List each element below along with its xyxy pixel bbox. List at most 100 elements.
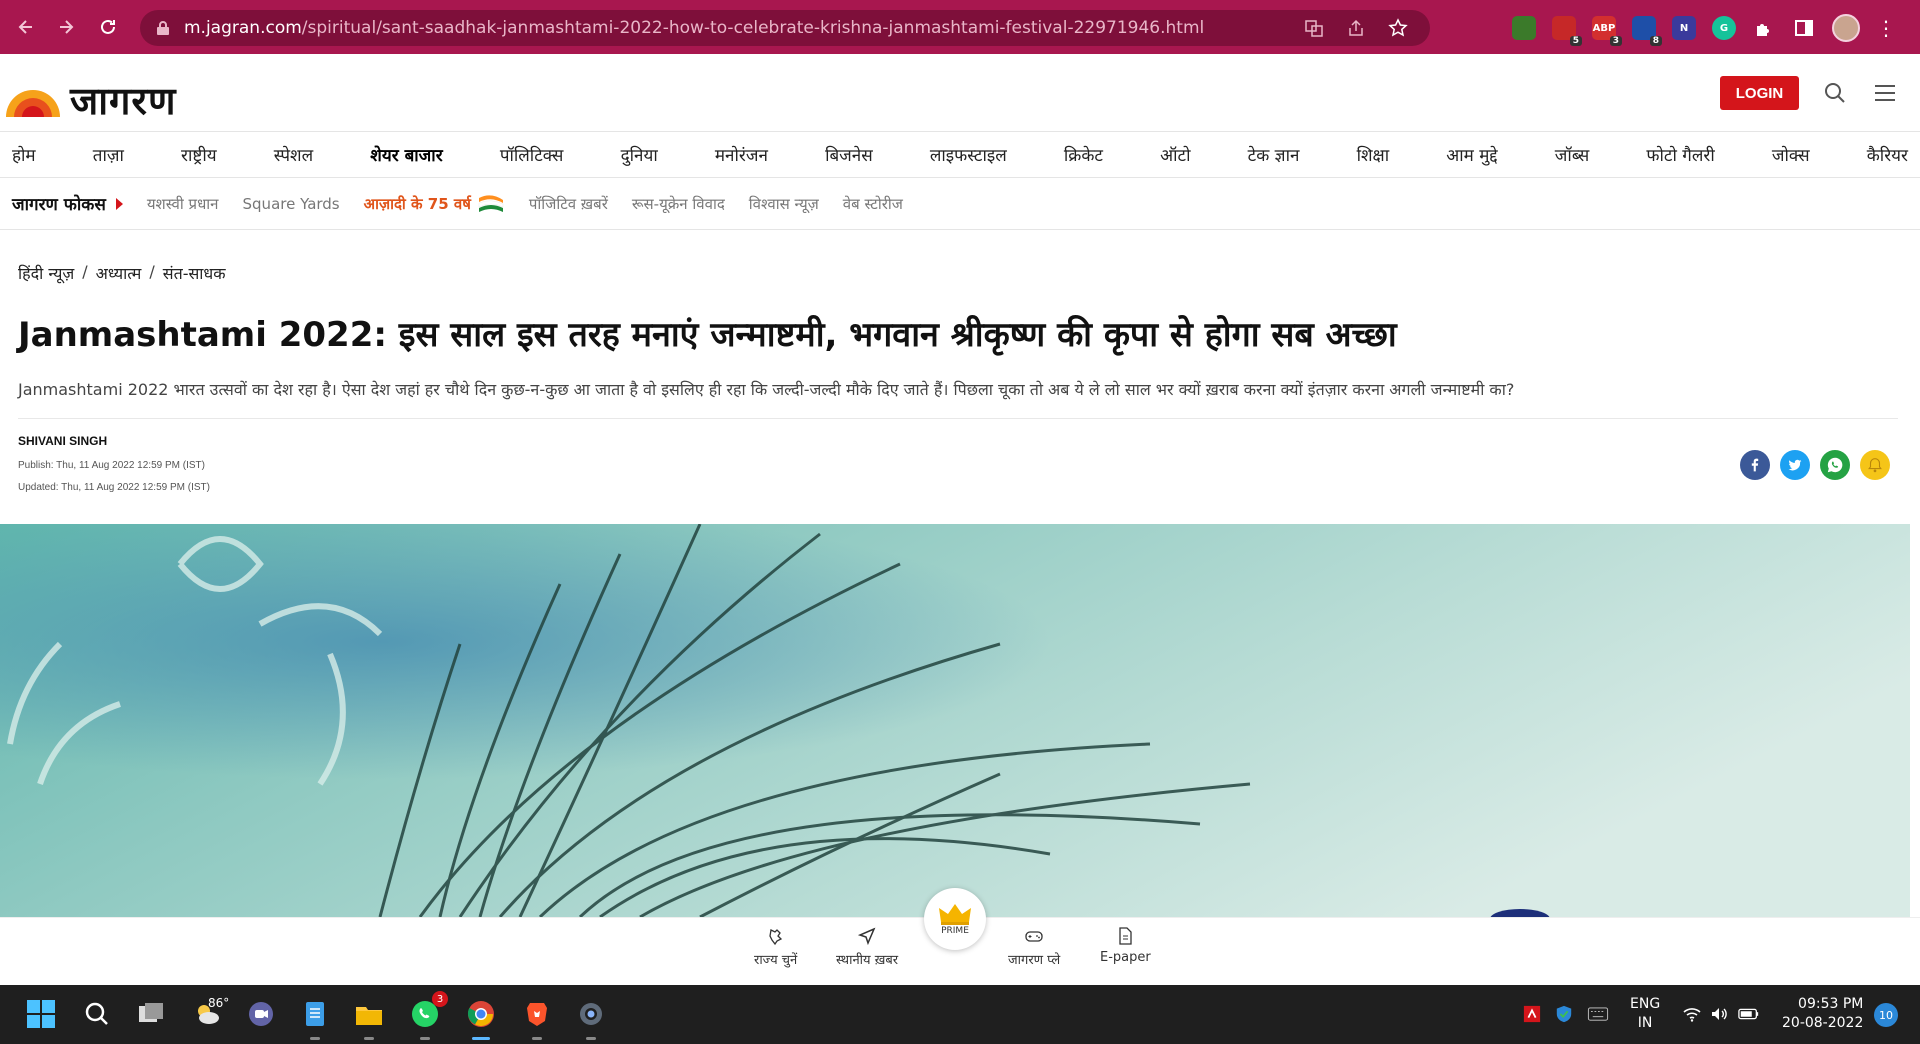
nav-item-business[interactable]: बिजनेस bbox=[825, 143, 873, 166]
nav-item-photo-gallery[interactable]: फोटो गैलरी bbox=[1646, 143, 1714, 166]
reload-icon bbox=[101, 19, 115, 34]
notepad-icon bbox=[306, 1002, 324, 1026]
task-view-icon bbox=[139, 1003, 163, 1022]
focus-item-azadi[interactable]: आज़ादी के 75 वर्ष bbox=[364, 194, 505, 214]
amd-tray-icon[interactable] bbox=[1520, 997, 1544, 1031]
breadcrumb-item[interactable]: संत-साधक bbox=[163, 262, 226, 284]
share-icon[interactable] bbox=[1346, 18, 1366, 38]
arrow-right-icon bbox=[60, 20, 74, 34]
volume-tray-icon[interactable] bbox=[1708, 997, 1732, 1031]
ext-2-icon[interactable]: 5 bbox=[1552, 16, 1582, 46]
article-headline: Janmashtami 2022: इस साल इस तरह मनाएं जन… bbox=[18, 315, 1397, 355]
chrome-taskbar-button[interactable] bbox=[464, 997, 498, 1040]
forward-button[interactable] bbox=[46, 7, 86, 47]
more-menu-icon[interactable]: ⋮ bbox=[1876, 16, 1896, 40]
jagran-logo[interactable]: जागरण bbox=[4, 74, 176, 126]
author-name[interactable]: SHIVANI SINGH bbox=[18, 434, 107, 448]
adblock-icon[interactable]: ABP 3 bbox=[1592, 16, 1622, 46]
translate-icon[interactable] bbox=[1304, 18, 1324, 38]
jagran-play-button[interactable]: जागरण प्ले bbox=[1008, 926, 1060, 968]
breadcrumb-item[interactable]: हिंदी न्यूज़ bbox=[18, 262, 74, 284]
defender-tray-icon[interactable] bbox=[1552, 997, 1576, 1031]
whatsapp-share-button[interactable] bbox=[1820, 450, 1850, 480]
taskbar-search-button[interactable] bbox=[80, 997, 114, 1031]
grammarly-icon[interactable]: G bbox=[1712, 16, 1736, 40]
bookmark-star-icon[interactable] bbox=[1388, 18, 1408, 38]
task-view-button[interactable] bbox=[134, 997, 168, 1031]
nav-item-auto[interactable]: ऑटो bbox=[1160, 143, 1190, 166]
prime-button[interactable]: PRIME bbox=[924, 888, 986, 950]
facebook-icon bbox=[1751, 458, 1759, 472]
windows-start-button[interactable] bbox=[24, 997, 58, 1031]
keyboard-icon bbox=[1587, 1007, 1609, 1021]
battery-icon bbox=[1738, 1008, 1759, 1020]
sidepanel-icon[interactable] bbox=[1792, 16, 1816, 40]
twitter-share-button[interactable] bbox=[1780, 450, 1810, 480]
breadcrumb-separator: / bbox=[82, 262, 88, 281]
nav-item-special[interactable]: स्पेशल bbox=[274, 143, 313, 166]
focus-item[interactable]: पॉजिटिव ख़बरें bbox=[529, 194, 608, 214]
category-nav: होम ताज़ा राष्ट्रीय स्पेशल शेयर बाजार पॉ… bbox=[0, 132, 1920, 178]
focus-item[interactable]: रूस-यूक्रेन विवाद bbox=[632, 194, 725, 214]
clock-date: 20-08-2022 bbox=[1782, 1015, 1864, 1031]
bottom-app-bar: राज्य चुनें स्थानीय ख़बर PRIME जागरण प्ल… bbox=[0, 888, 1920, 985]
nav-item-lifestyle[interactable]: लाइफस्टाइल bbox=[930, 143, 1007, 166]
nav-item-world[interactable]: दुनिया bbox=[621, 143, 658, 166]
language-indicator[interactable]: ENG IN bbox=[1630, 995, 1660, 1033]
notepad-button[interactable] bbox=[298, 997, 332, 1040]
select-state-button[interactable]: राज्य चुनें bbox=[754, 926, 797, 968]
nav-item-education[interactable]: शिक्षा bbox=[1357, 143, 1390, 166]
focus-item[interactable]: यशस्वी प्रधान bbox=[147, 194, 219, 214]
focus-item[interactable]: विश्वास न्यूज़ bbox=[749, 194, 819, 214]
amd-icon bbox=[1523, 1005, 1541, 1023]
nav-item-politics[interactable]: पॉलिटिक्स bbox=[500, 143, 564, 166]
notification-center-badge[interactable]: 10 bbox=[1874, 1003, 1898, 1027]
focus-item[interactable]: वेब स्टोरीज bbox=[843, 194, 903, 214]
nav-item-latest[interactable]: ताज़ा bbox=[93, 143, 124, 166]
updated-date: Updated: Thu, 11 Aug 2022 12:59 PM (IST) bbox=[18, 482, 210, 493]
login-button[interactable]: LOGIN bbox=[1720, 76, 1799, 110]
address-bar[interactable]: m.jagran.com/spiritual/sant-saadhak-janm… bbox=[140, 10, 1430, 46]
share-buttons bbox=[1740, 450, 1890, 480]
nav-item-entertainment[interactable]: मनोरंजन bbox=[715, 143, 768, 166]
local-news-button[interactable]: स्थानीय ख़बर bbox=[836, 926, 898, 968]
nav-item-jokes[interactable]: जोक्स bbox=[1772, 143, 1810, 166]
wifi-icon bbox=[1683, 1008, 1701, 1022]
settings-taskbar-button[interactable] bbox=[574, 997, 608, 1040]
nav-item-tech[interactable]: टेक ज्ञान bbox=[1248, 143, 1300, 166]
search-icon[interactable] bbox=[1824, 82, 1846, 104]
wifi-tray-icon[interactable] bbox=[1680, 997, 1704, 1031]
ext-5-icon[interactable]: N bbox=[1672, 16, 1696, 40]
file-explorer-button[interactable] bbox=[352, 997, 386, 1040]
notification-bell-button[interactable] bbox=[1860, 450, 1890, 480]
url-path: /spiritual/sant-saadhak-janmashtami-2022… bbox=[301, 18, 1205, 38]
shield-icon bbox=[1556, 1005, 1572, 1023]
hamburger-menu-icon[interactable] bbox=[1874, 84, 1896, 102]
focus-item[interactable]: Square Yards bbox=[243, 195, 340, 213]
nav-item-share-market[interactable]: शेयर बाजार bbox=[370, 143, 442, 166]
battery-tray-icon[interactable] bbox=[1736, 997, 1762, 1031]
nav-item-cricket[interactable]: क्रिकेट bbox=[1064, 143, 1103, 166]
breadcrumb-item[interactable]: अध्यात्म bbox=[96, 262, 142, 284]
facebook-share-button[interactable] bbox=[1740, 450, 1770, 480]
touch-keyboard-tray-icon[interactable] bbox=[1584, 997, 1612, 1031]
arrow-left-icon bbox=[18, 20, 32, 34]
ext-4-icon[interactable]: 8 bbox=[1632, 16, 1662, 46]
nav-item-home[interactable]: होम bbox=[12, 143, 36, 166]
puzzle-extensions-icon[interactable] bbox=[1752, 16, 1776, 40]
nav-item-national[interactable]: राष्ट्रीय bbox=[181, 143, 217, 166]
url-host: m.jagran.com bbox=[184, 18, 302, 38]
reload-button[interactable] bbox=[88, 7, 128, 47]
system-clock[interactable]: 09:53 PM 20-08-2022 bbox=[1782, 995, 1863, 1033]
ext-1-icon[interactable] bbox=[1512, 16, 1536, 40]
nav-item-jobs[interactable]: जॉब्स bbox=[1555, 143, 1589, 166]
profile-avatar[interactable] bbox=[1832, 14, 1860, 42]
teams-chat-button[interactable] bbox=[244, 997, 278, 1031]
nav-item-common-issues[interactable]: आम मुद्दे bbox=[1446, 143, 1497, 166]
back-button[interactable] bbox=[6, 7, 46, 47]
whatsapp-taskbar-button[interactable]: 3 bbox=[408, 991, 448, 1040]
nav-item-career[interactable]: कैरियर bbox=[1867, 143, 1908, 166]
brave-taskbar-button[interactable] bbox=[520, 997, 554, 1040]
focus-title: जागरण फोकस bbox=[12, 192, 123, 215]
epaper-button[interactable]: E-paper bbox=[1100, 926, 1151, 965]
